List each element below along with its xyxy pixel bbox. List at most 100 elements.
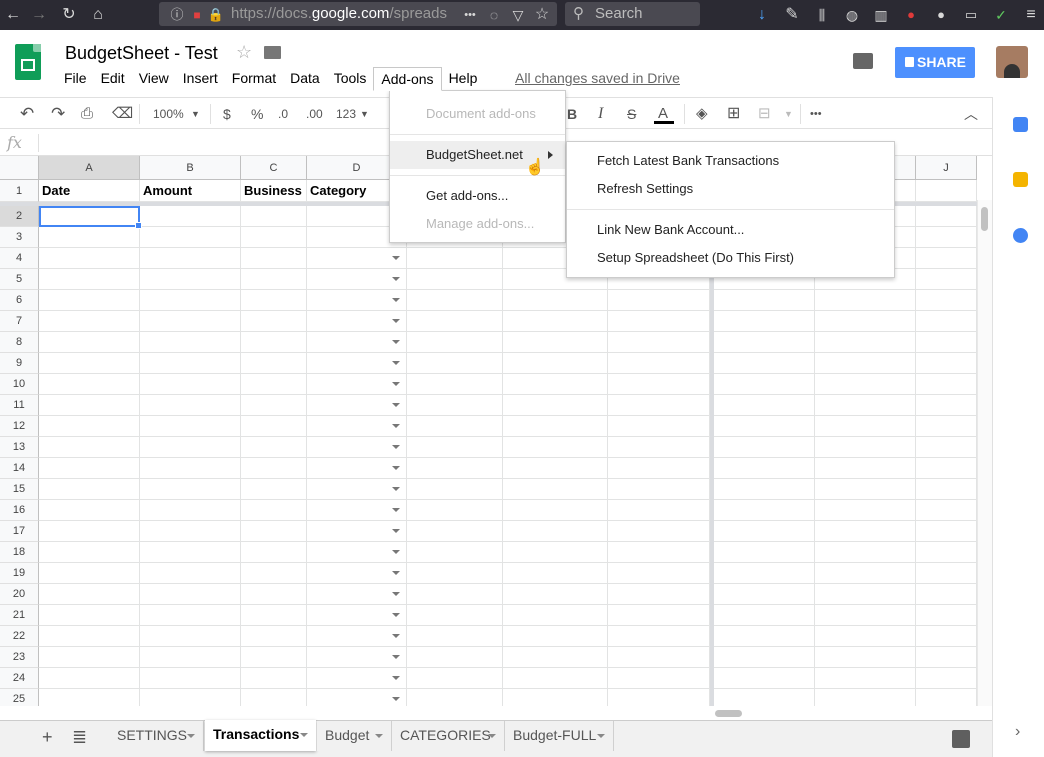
cell-f13[interactable]: [503, 437, 608, 458]
cell-c19[interactable]: [241, 563, 307, 584]
cell-a8[interactable]: [39, 332, 140, 353]
menu-data[interactable]: Data: [283, 67, 327, 91]
cell-a17[interactable]: [39, 521, 140, 542]
tab-budget-full[interactable]: Budget-FULL: [505, 721, 614, 751]
forward-icon[interactable]: →: [28, 0, 50, 30]
cell-b14[interactable]: [140, 458, 241, 479]
cell-a14[interactable]: [39, 458, 140, 479]
extension-icon[interactable]: ✓: [990, 0, 1012, 30]
dropdown-arrow-icon[interactable]: [392, 361, 400, 365]
cell-j5[interactable]: [916, 269, 977, 290]
cell-a1[interactable]: Date: [39, 180, 140, 202]
cell-j8[interactable]: [916, 332, 977, 353]
cell-i13[interactable]: [815, 437, 916, 458]
cell-e18[interactable]: [407, 542, 503, 563]
cell-j24[interactable]: [916, 668, 977, 689]
cell-e20[interactable]: [407, 584, 503, 605]
cell-f12[interactable]: [503, 416, 608, 437]
cell-b11[interactable]: [140, 395, 241, 416]
row-header[interactable]: 12: [0, 416, 39, 437]
cell-h22[interactable]: [714, 626, 815, 647]
cell-g8[interactable]: [608, 332, 710, 353]
menu-insert[interactable]: Insert: [176, 67, 225, 91]
cell-e6[interactable]: [407, 290, 503, 311]
dropdown-arrow-icon[interactable]: [392, 466, 400, 470]
cell-i10[interactable]: [815, 374, 916, 395]
cell-h15[interactable]: [714, 479, 815, 500]
dropdown-arrow-icon[interactable]: [392, 298, 400, 302]
menu-item-document-addons[interactable]: Document add-ons: [390, 100, 565, 128]
cell-e5[interactable]: [407, 269, 503, 290]
page-actions-icon[interactable]: •••: [458, 0, 482, 30]
cell-c8[interactable]: [241, 332, 307, 353]
cell-h6[interactable]: [714, 290, 815, 311]
cell-a22[interactable]: [39, 626, 140, 647]
tasks-icon[interactable]: [1013, 228, 1028, 243]
cell-a25[interactable]: [39, 689, 140, 706]
cell-b16[interactable]: [140, 500, 241, 521]
italic-button[interactable]: I: [598, 98, 603, 130]
cell-j10[interactable]: [916, 374, 977, 395]
row-header[interactable]: 18: [0, 542, 39, 563]
zoom-caret-icon[interactable]: ▼: [191, 98, 200, 130]
cell-j22[interactable]: [916, 626, 977, 647]
cell-b5[interactable]: [140, 269, 241, 290]
cell-c5[interactable]: [241, 269, 307, 290]
cell-i25[interactable]: [815, 689, 916, 706]
cell-c13[interactable]: [241, 437, 307, 458]
cell-f10[interactable]: [503, 374, 608, 395]
cell-e8[interactable]: [407, 332, 503, 353]
strikethrough-button[interactable]: S: [627, 98, 636, 130]
cell-c6[interactable]: [241, 290, 307, 311]
cell-a13[interactable]: [39, 437, 140, 458]
cell-c11[interactable]: [241, 395, 307, 416]
cell-e15[interactable]: [407, 479, 503, 500]
cell-j21[interactable]: [916, 605, 977, 626]
cell-f6[interactable]: [503, 290, 608, 311]
privacy-icon[interactable]: ●: [930, 0, 952, 30]
cell-c17[interactable]: [241, 521, 307, 542]
cell-g18[interactable]: [608, 542, 710, 563]
dropdown-arrow-icon[interactable]: [392, 445, 400, 449]
cell-b2[interactable]: [140, 206, 241, 227]
cell-h20[interactable]: [714, 584, 815, 605]
cell-f20[interactable]: [503, 584, 608, 605]
cell-j14[interactable]: [916, 458, 977, 479]
sidebar-icon[interactable]: ▥: [870, 0, 892, 30]
dropdown-arrow-icon[interactable]: [392, 550, 400, 554]
cell-c9[interactable]: [241, 353, 307, 374]
row-header[interactable]: 25: [0, 689, 39, 706]
active-cell-selection[interactable]: [39, 206, 142, 229]
cell-e21[interactable]: [407, 605, 503, 626]
cell-c22[interactable]: [241, 626, 307, 647]
menu-file[interactable]: File: [57, 67, 94, 91]
reload-icon[interactable]: ↻: [58, 0, 80, 30]
cell-h8[interactable]: [714, 332, 815, 353]
row-header[interactable]: 3: [0, 227, 39, 248]
cell-c7[interactable]: [241, 311, 307, 332]
cell-h24[interactable]: [714, 668, 815, 689]
collapse-icon[interactable]: ︿: [964, 98, 978, 130]
cell-h10[interactable]: [714, 374, 815, 395]
row-header[interactable]: 19: [0, 563, 39, 584]
cell-i8[interactable]: [815, 332, 916, 353]
cell-g20[interactable]: [608, 584, 710, 605]
cell-b24[interactable]: [140, 668, 241, 689]
cell-c18[interactable]: [241, 542, 307, 563]
cell-a20[interactable]: [39, 584, 140, 605]
undo-icon[interactable]: ↶: [20, 98, 34, 130]
cell-b6[interactable]: [140, 290, 241, 311]
row-header[interactable]: 10: [0, 374, 39, 395]
vpn-icon[interactable]: ◍: [841, 0, 863, 30]
fill-color-icon[interactable]: ◈: [696, 98, 708, 130]
cell-c23[interactable]: [241, 647, 307, 668]
bulb-icon[interactable]: ◌: [483, 0, 505, 30]
dropdown-arrow-icon[interactable]: [392, 508, 400, 512]
back-icon[interactable]: ←: [2, 0, 24, 30]
cell-f8[interactable]: [503, 332, 608, 353]
merge-caret-icon[interactable]: ▼: [784, 98, 793, 130]
cell-j2[interactable]: [916, 206, 977, 227]
dropdown-arrow-icon[interactable]: [392, 613, 400, 617]
cell-c25[interactable]: [241, 689, 307, 706]
cell-j1[interactable]: [916, 180, 977, 202]
